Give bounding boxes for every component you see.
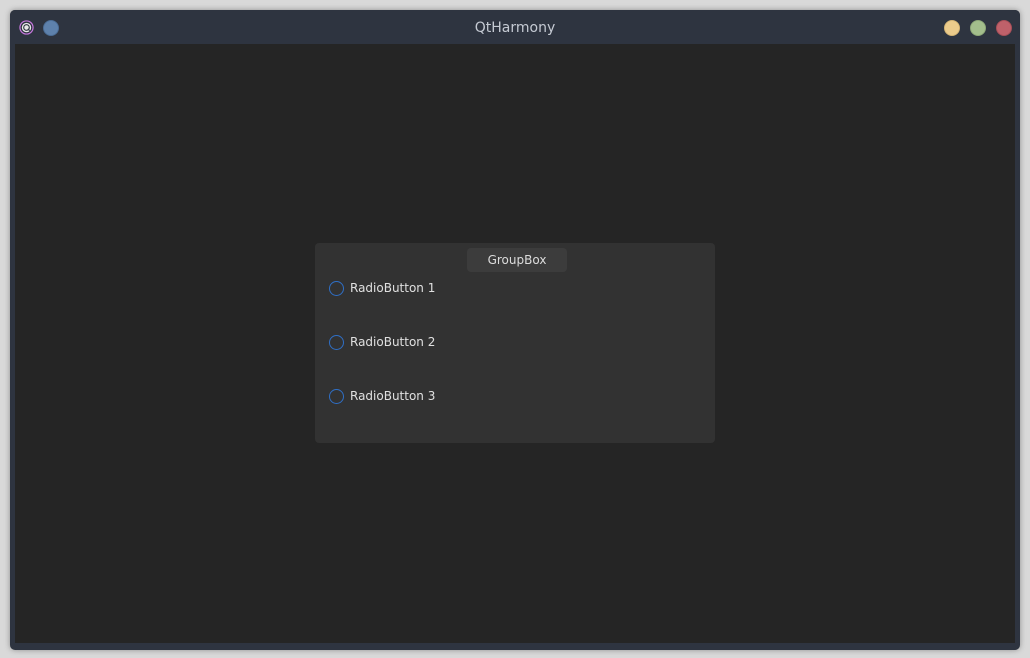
close-icon[interactable]	[996, 20, 1012, 36]
radio-button-label: RadioButton 3	[350, 389, 436, 403]
title-bar[interactable]: QtHarmony	[10, 10, 1020, 44]
radio-button-label: RadioButton 2	[350, 335, 436, 349]
app-window: QtHarmony GroupBox RadioButton 1 RadioBu…	[10, 10, 1020, 650]
minimize-icon[interactable]	[944, 20, 960, 36]
radio-button-label: RadioButton 1	[350, 281, 436, 295]
maximize-icon[interactable]	[970, 20, 986, 36]
radio-circle-icon[interactable]	[329, 280, 344, 296]
group-box-title: GroupBox	[467, 248, 567, 272]
window-title: QtHarmony	[474, 20, 556, 36]
radio-circle-icon[interactable]	[329, 388, 344, 404]
radio-circle-icon[interactable]	[329, 334, 344, 350]
pin-icon[interactable]	[43, 20, 59, 36]
radio-button-3[interactable]: RadioButton 3	[329, 387, 435, 405]
radio-button-2[interactable]: RadioButton 2	[329, 333, 435, 351]
radio-button-1[interactable]: RadioButton 1	[329, 279, 435, 297]
main-content: GroupBox RadioButton 1 RadioButton 2 Rad…	[15, 44, 1015, 643]
qt-app-icon[interactable]	[19, 20, 34, 35]
group-box: GroupBox RadioButton 1 RadioButton 2 Rad…	[315, 243, 715, 443]
